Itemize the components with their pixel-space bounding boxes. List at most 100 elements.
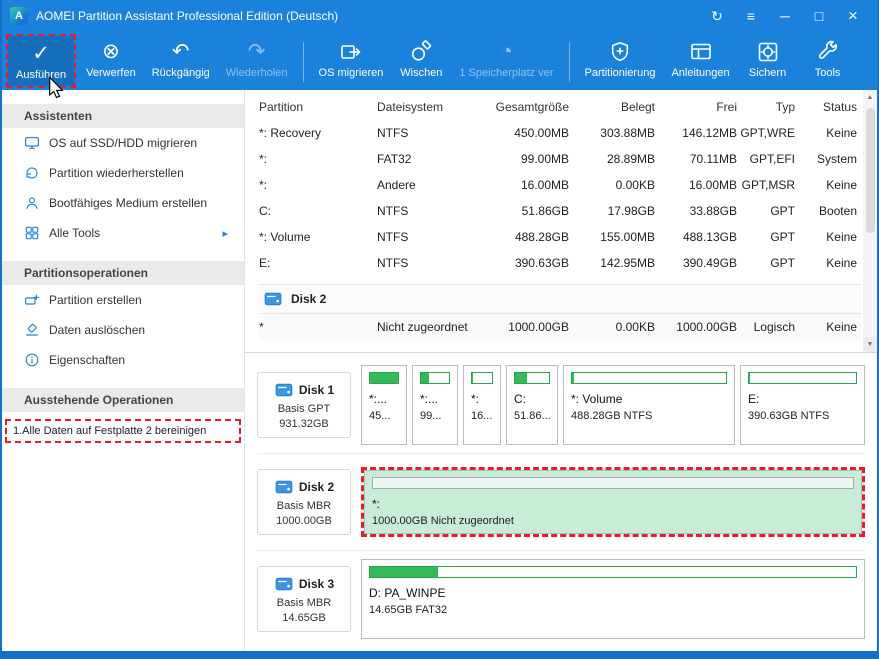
partition-box[interactable]: C: 51.86... [506,365,558,445]
partition-box[interactable]: *:... 99... [412,365,458,445]
cell-filesystem: Andere [377,178,416,192]
table-row[interactable]: *: Recovery NTFS 450.00MB 303.88MB 146.1… [259,120,861,146]
cell-filesystem: FAT32 [377,152,412,166]
disk2-info[interactable]: Disk 2 Basis MBR 1000.00GB [257,469,351,535]
disk-icon [274,380,294,400]
col-partition: Partition [259,100,304,114]
cell-partition: *: [259,178,268,192]
close-button[interactable]: × [839,4,867,28]
disk-map: Disk 1 Basis GPT 931.32GB *:... 45... *:… [245,352,877,651]
disk2-group-row[interactable]: Disk 2 [259,284,861,314]
capacity-bar [420,372,450,384]
sidebar-item-create-partition[interactable]: Partition erstellen [2,285,244,315]
table-row[interactable]: *: Volume NTFS 488.28GB 155.00MB 488.13G… [259,224,861,250]
maximize-button[interactable]: □ [805,4,833,28]
disk1-info[interactable]: Disk 1 Basis GPT 931.32GB [257,372,351,438]
space-analyzer-icon: ◔ [500,40,513,63]
disk-type: Basis MBR [276,597,332,609]
scrollbar-thumb[interactable] [865,108,875,233]
sidebar-item-properties[interactable]: Eigenschaften [2,345,244,375]
table-row[interactable]: E: NTFS 390.63GB 142.95MB 390.49GB GPT K… [259,250,861,276]
partitioning-button[interactable]: Partitionierung [577,34,664,90]
table-row[interactable]: *: Andere 16.00MB 0.00KB 16.00MB GPT,MSR… [259,172,861,198]
discard-icon: ⊗ [102,40,120,63]
undo-icon: ↶ [171,40,190,63]
space-analyzer-button: ◔ 1 Speicherplatz ver [451,34,561,90]
cell-type: GPT,WRE [740,126,795,140]
partition-size: 1000.00GB Nicht zugeordnet [372,515,514,527]
refresh-icon[interactable]: ↻ [703,4,731,28]
safe-icon [756,38,780,65]
partition-size: 99... [420,410,442,422]
partition-table: Partition Dateisystem Gesamtgröße Belegt… [245,90,877,352]
minimize-button[interactable]: ─ [771,4,799,28]
disk1-row: Disk 1 Basis GPT 931.32GB *:... 45... *:… [257,357,865,453]
wipe-button[interactable]: Wischen [391,34,451,90]
unallocated-partition-box[interactable]: *: 1000.00GB Nicht zugeordnet [364,470,862,534]
cell-status: Keine [826,178,857,192]
cell-free: 1000.00GB [676,320,737,334]
partition-label: *:... [420,392,439,406]
cell-free: 488.13GB [682,230,737,244]
table-header-row: Partition Dateisystem Gesamtgröße Belegt… [259,94,861,120]
disk-type: Basis MBR [276,500,332,512]
cell-type: GPT [770,204,795,218]
partition-box[interactable]: *:... 45... [361,365,407,445]
tools-button[interactable]: Tools [798,34,858,90]
migrate-os-label: OS migrieren [318,67,384,79]
scroll-up-icon[interactable]: ▲ [863,90,877,105]
cell-total: 51.86GB [521,204,569,218]
discard-button[interactable]: ⊗ Verwerfen [78,34,144,90]
backup-button[interactable]: Sichern [738,34,798,90]
capacity-bar [748,372,857,384]
sidebar-item-label: Bootfähiges Medium erstellen [49,196,208,210]
table-row-unallocated[interactable]: * Nicht zugeordnet 1000.00GB 0.00KB 1000… [259,314,861,340]
partition-label: *:... [369,392,388,406]
cell-free: 390.49GB [682,256,737,270]
partition-box[interactable]: E: 390.63GB NTFS [740,365,865,445]
menu-icon[interactable]: ≡ [737,4,765,28]
cell-status: Keine [826,230,857,244]
cell-type: GPT [770,230,795,244]
table-row[interactable]: C: NTFS 51.86GB 17.98GB 33.88GB GPT Boot… [259,198,861,224]
disk3-partitions: D: PA_WINPE 14.65GB FAT32 [361,559,865,639]
partition-size: 14.65GB FAT32 [369,604,448,616]
table-scrollbar[interactable]: ▲ ▼ [863,90,877,352]
disk-size: 931.32GB [279,418,329,430]
migrate-os-button[interactable]: OS migrieren [311,34,392,90]
toolbar: ✓ Ausführen ⊗ Verwerfen ↶ Rückgängig ↷ W… [2,32,877,90]
sidebar-item-erase-data[interactable]: Daten auslöschen [2,315,244,345]
cell-total: 16.00MB [520,178,569,192]
info-icon [24,352,40,368]
disk3-info[interactable]: Disk 3 Basis MBR 14.65GB [257,566,351,632]
sidebar-item-bootable-media[interactable]: Bootfähiges Medium erstellen [2,188,244,218]
pending-operation-item[interactable]: 1.Alle Daten auf Festplatte 2 bereinigen [5,419,241,443]
scroll-down-icon[interactable]: ▼ [863,337,877,352]
cell-free: 33.88GB [689,204,737,218]
undo-button[interactable]: ↶ Rückgängig [144,34,218,90]
col-filesystem: Dateisystem [377,100,444,114]
cell-partition: *: [259,152,268,166]
disk1-partitions: *:... 45... *:... 99... *: 16... C: 51.8… [361,365,865,445]
sidebar-item-migrate-os[interactable]: OS auf SSD/HDD migrieren [2,128,244,158]
shield-plus-icon [608,38,632,65]
partition-box[interactable]: D: PA_WINPE 14.65GB FAT32 [361,559,865,639]
table-row[interactable]: *: FAT32 99.00MB 28.89MB 70.11MB GPT,EFI… [259,146,861,172]
wipe-label: Wischen [400,67,443,79]
partition-box[interactable]: *: Volume 488.28GB NTFS [563,365,735,445]
space-analyzer-label: 1 Speicherplatz ver [459,67,554,79]
cell-free: 70.11MB [689,152,737,166]
partition-label: *: [471,392,480,406]
cell-used: 17.98GB [607,204,655,218]
sidebar-item-restore-partition[interactable]: Partition wiederherstellen [2,158,244,188]
guides-button[interactable]: Anleitungen [663,34,737,90]
redo-icon: ↷ [247,40,266,63]
sidebar-item-all-tools[interactable]: Alle Tools ▸ [2,218,244,248]
cell-partition: E: [259,256,271,270]
sidebar-item-label: OS auf SSD/HDD migrieren [49,136,198,150]
partition-box[interactable]: *: 16... [463,365,501,445]
apply-button[interactable]: ✓ Ausführen [8,36,75,86]
cell-status: System [816,152,857,166]
titlebar: A AOMEI Partition Assistant Professional… [2,0,877,32]
cell-status: Keine [826,256,857,270]
